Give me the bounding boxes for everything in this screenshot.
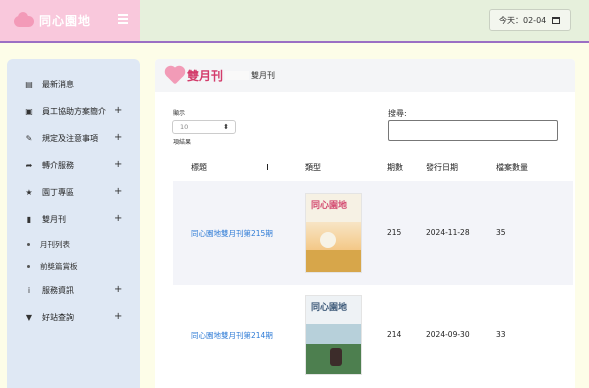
issue-title-link[interactable]: 同心園地雙月刊第215期 — [191, 228, 273, 239]
sidebar: ▤ 最新消息 ▣ 員工協助方案簡介 + ✎ 規定及注意事項 + ➦ 轉介服務 +… — [7, 59, 140, 388]
cover-title: 同心園地 — [311, 303, 348, 313]
sidebar-item-label: 最新消息 — [42, 80, 74, 89]
select-arrows-icon: ⬍ — [223, 123, 229, 131]
bullet-icon — [27, 242, 30, 246]
search-label: 搜尋: — [388, 109, 407, 118]
date-text: 今天：02-04 — [499, 15, 547, 25]
bullet-icon — [27, 264, 30, 268]
calendar-icon — [552, 16, 561, 24]
logo-text: 同心園地 — [39, 14, 92, 28]
cover-image[interactable]: 同心園地 — [305, 295, 362, 375]
sidebar-subitem-label: 月刊列表 — [40, 239, 70, 249]
expand-plus-icon[interactable]: + — [114, 159, 122, 170]
expand-plus-icon[interactable]: + — [114, 311, 122, 322]
card-header: 雙月刊 雙月刊 — [155, 59, 575, 92]
column-header-type[interactable]: 類型 — [305, 162, 321, 173]
pencil-icon: ✎ — [25, 134, 33, 143]
bookmark-icon: ▮ — [26, 215, 32, 224]
menu-toggle-icon[interactable] — [118, 14, 128, 24]
table-row: 同心園地雙月刊第215期 同心園地 215 2024-11-28 35 — [173, 181, 573, 285]
table-row: 同心園地雙月刊第214期 同心園地 214 2024-09-30 33 — [173, 285, 573, 388]
sidebar-item-eap-intro[interactable]: ▣ 員工協助方案簡介 + — [7, 98, 140, 125]
column-header-files[interactable]: 檔案數量 — [496, 162, 528, 173]
share-icon: ➦ — [25, 161, 33, 170]
sidebar-item-news[interactable]: ▤ 最新消息 — [7, 71, 140, 98]
column-header-title[interactable]: 標題 — [191, 162, 207, 173]
sidebar-item-label: 服務資訊 — [42, 286, 74, 295]
info-icon: i — [27, 286, 31, 295]
heart-icon — [166, 67, 184, 84]
expand-plus-icon[interactable]: + — [114, 213, 122, 224]
sidebar-item-rules[interactable]: ✎ 規定及注意事項 + — [7, 125, 140, 152]
table-header: 標題 類型 期數 發行日期 檔案數量 — [173, 157, 573, 179]
sidebar-item-gardener[interactable]: ★ 園丁專區 + — [7, 179, 140, 206]
sidebar-item-label: 園丁專區 — [42, 188, 74, 197]
column-header-date[interactable]: 發行日期 — [426, 162, 458, 173]
entries-per-page-select[interactable]: 10 ⬍ — [172, 120, 236, 134]
entries-suffix-label: 項結果 — [173, 139, 192, 146]
expand-plus-icon[interactable]: + — [114, 284, 122, 295]
cloud-logo-icon — [14, 12, 34, 28]
issue-date: 2024-09-30 — [426, 330, 470, 339]
page-title: 雙月刊 — [187, 69, 224, 83]
document-icon: ▣ — [25, 107, 33, 116]
cover-title: 同心園地 — [311, 201, 348, 211]
sort-icon[interactable] — [267, 164, 268, 170]
sidebar-subitem-monthly-list[interactable]: 月刊列表 — [7, 233, 140, 255]
issue-number: 214 — [387, 330, 402, 339]
sidebar-item-label: 雙月刊 — [42, 215, 66, 224]
sidebar-item-site-search[interactable]: ▼ 好站查詢 + — [7, 304, 140, 331]
expand-plus-icon[interactable]: + — [114, 105, 122, 116]
sidebar-item-label: 員工協助方案簡介 — [42, 107, 106, 116]
entries-value: 10 — [180, 123, 189, 131]
issue-title-link[interactable]: 同心園地雙月刊第214期 — [191, 330, 273, 341]
sidebar-item-label: 規定及注意事項 — [42, 134, 98, 143]
expand-plus-icon[interactable]: + — [114, 186, 122, 197]
sidebar-subitem-board[interactable]: 前獎篇賞板 — [7, 255, 140, 277]
logo-area[interactable]: 同心園地 — [0, 0, 140, 41]
main-card: 雙月刊 雙月刊 顯示 10 ⬍ 項結果 搜尋: 標題 類型 期數 發行日期 檔案… — [155, 59, 575, 388]
top-header: 同心園地 今天：02-04 — [0, 0, 589, 43]
filter-icon: ▼ — [25, 313, 33, 322]
issue-number: 215 — [387, 228, 402, 237]
sidebar-item-referral[interactable]: ➦ 轉介服務 + — [7, 152, 140, 179]
file-count: 35 — [496, 228, 506, 237]
cover-image[interactable]: 同心園地 — [305, 193, 362, 273]
file-count: 33 — [496, 330, 506, 339]
sidebar-subitem-label: 前獎篇賞板 — [40, 261, 78, 271]
sidebar-item-bimonthly[interactable]: ▮ 雙月刊 + — [7, 206, 140, 233]
search-input[interactable] — [388, 120, 558, 141]
sidebar-item-label: 好站查詢 — [42, 313, 74, 322]
issue-date: 2024-11-28 — [426, 228, 470, 237]
newspaper-icon: ▤ — [25, 80, 33, 89]
expand-plus-icon[interactable]: + — [114, 132, 122, 143]
show-entries-label: 顯示 — [173, 110, 186, 117]
breadcrumb: 雙月刊 — [251, 71, 276, 80]
star-icon: ★ — [25, 188, 33, 197]
sidebar-item-label: 轉介服務 — [42, 161, 74, 170]
sidebar-item-service-info[interactable]: i 服務資訊 + — [7, 277, 140, 304]
date-chip[interactable]: 今天：02-04 — [489, 9, 571, 31]
column-header-issue[interactable]: 期數 — [387, 162, 403, 173]
